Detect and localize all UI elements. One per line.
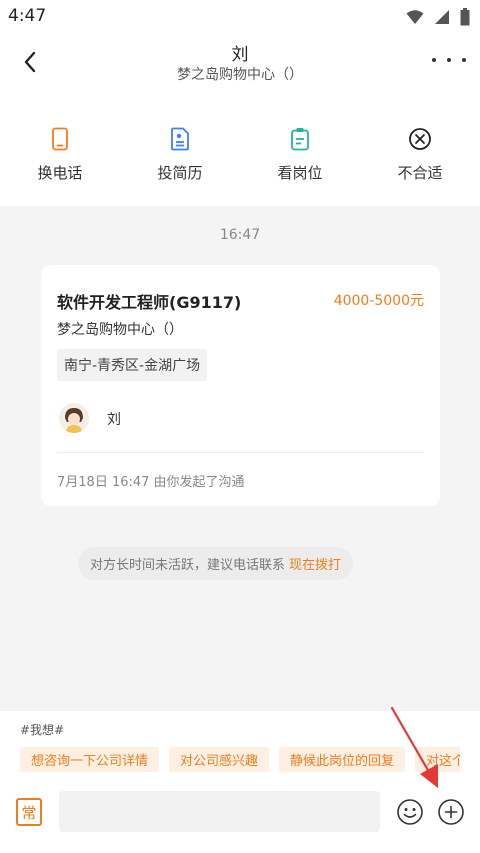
- inactive-notice: 对方长时间未活跃，建议电话联系 现在拨打: [78, 547, 354, 580]
- call-now-link[interactable]: 现在拨打: [289, 554, 341, 573]
- job-location-tag: 南宁-青秀区-金湖广场: [57, 349, 208, 381]
- signal-icon: [435, 10, 449, 24]
- quick-reply-chip[interactable]: 静候此岗位的回复: [279, 747, 406, 772]
- chat-timestamp: 16:47: [219, 227, 261, 243]
- wifi-icon: [406, 10, 424, 24]
- card-divider: [57, 452, 424, 453]
- battery-icon: [460, 8, 470, 26]
- quick-reply-chips: 想咨询一下公司详情 对公司感兴趣 静候此岗位的回复 对这个: [20, 747, 460, 772]
- contact-company: 梦之岛购物中心（）: [177, 67, 303, 83]
- resume-icon: [167, 126, 193, 152]
- more-dot-icon: [432, 58, 436, 62]
- status-time: 4:47: [8, 6, 47, 26]
- quick-reply-chip[interactable]: 想咨询一下公司详情: [20, 747, 160, 772]
- common-phrases-button[interactable]: 常: [16, 798, 42, 826]
- job-card[interactable]: 软件开发工程师(G9117) 4000-5000元 梦之岛购物中心（） 南宁-青…: [41, 265, 440, 506]
- job-salary: 4000-5000元: [333, 293, 424, 309]
- contact-name: 刘: [231, 45, 249, 65]
- exchange-phone-label: 换电话: [37, 164, 83, 182]
- input-row: 常: [0, 789, 480, 837]
- recruiter-avatar[interactable]: [59, 403, 89, 433]
- more-dot-icon: [447, 58, 451, 62]
- status-bar: 4:47: [0, 0, 480, 34]
- not-suitable-button[interactable]: 不合适: [360, 96, 480, 206]
- emoji-icon[interactable]: [396, 798, 424, 826]
- job-company: 梦之岛购物中心（）: [57, 322, 183, 338]
- send-resume-label: 投简历: [157, 164, 203, 182]
- exchange-phone-button[interactable]: 换电话: [0, 96, 120, 206]
- status-icons: [406, 8, 470, 26]
- chat-header: 刘 梦之岛购物中心（）: [0, 34, 480, 96]
- quick-reply-chip[interactable]: 对这个: [415, 747, 460, 772]
- notice-text: 对方长时间未活跃，建议电话联系: [90, 558, 286, 573]
- phone-icon: [47, 126, 73, 152]
- action-bar: 换电话 投简历 看岗位 不合适: [0, 96, 480, 206]
- wish-tag: #我想#: [20, 723, 65, 737]
- plus-icon[interactable]: [437, 798, 465, 826]
- bottom-panel: #我想# 想咨询一下公司详情 对公司感兴趣 静候此岗位的回复 对这个 常: [0, 711, 480, 853]
- message-input[interactable]: [59, 791, 380, 832]
- more-options-button[interactable]: [432, 50, 466, 70]
- avatar-icon: [59, 403, 89, 433]
- not-suitable-label: 不合适: [397, 164, 443, 182]
- close-circle-icon: [407, 126, 433, 152]
- more-dot-icon: [462, 58, 466, 62]
- job-title: 软件开发工程师(G9117): [57, 293, 242, 312]
- quick-reply-chip[interactable]: 对公司感兴趣: [169, 747, 270, 772]
- card-footer: 7月18日 16:47 由你发起了沟通: [57, 475, 245, 490]
- view-job-label: 看岗位: [277, 164, 323, 182]
- view-job-button[interactable]: 看岗位: [240, 96, 360, 206]
- clipboard-icon: [287, 126, 313, 152]
- recruiter-name: 刘: [107, 412, 121, 428]
- send-resume-button[interactable]: 投简历: [120, 96, 240, 206]
